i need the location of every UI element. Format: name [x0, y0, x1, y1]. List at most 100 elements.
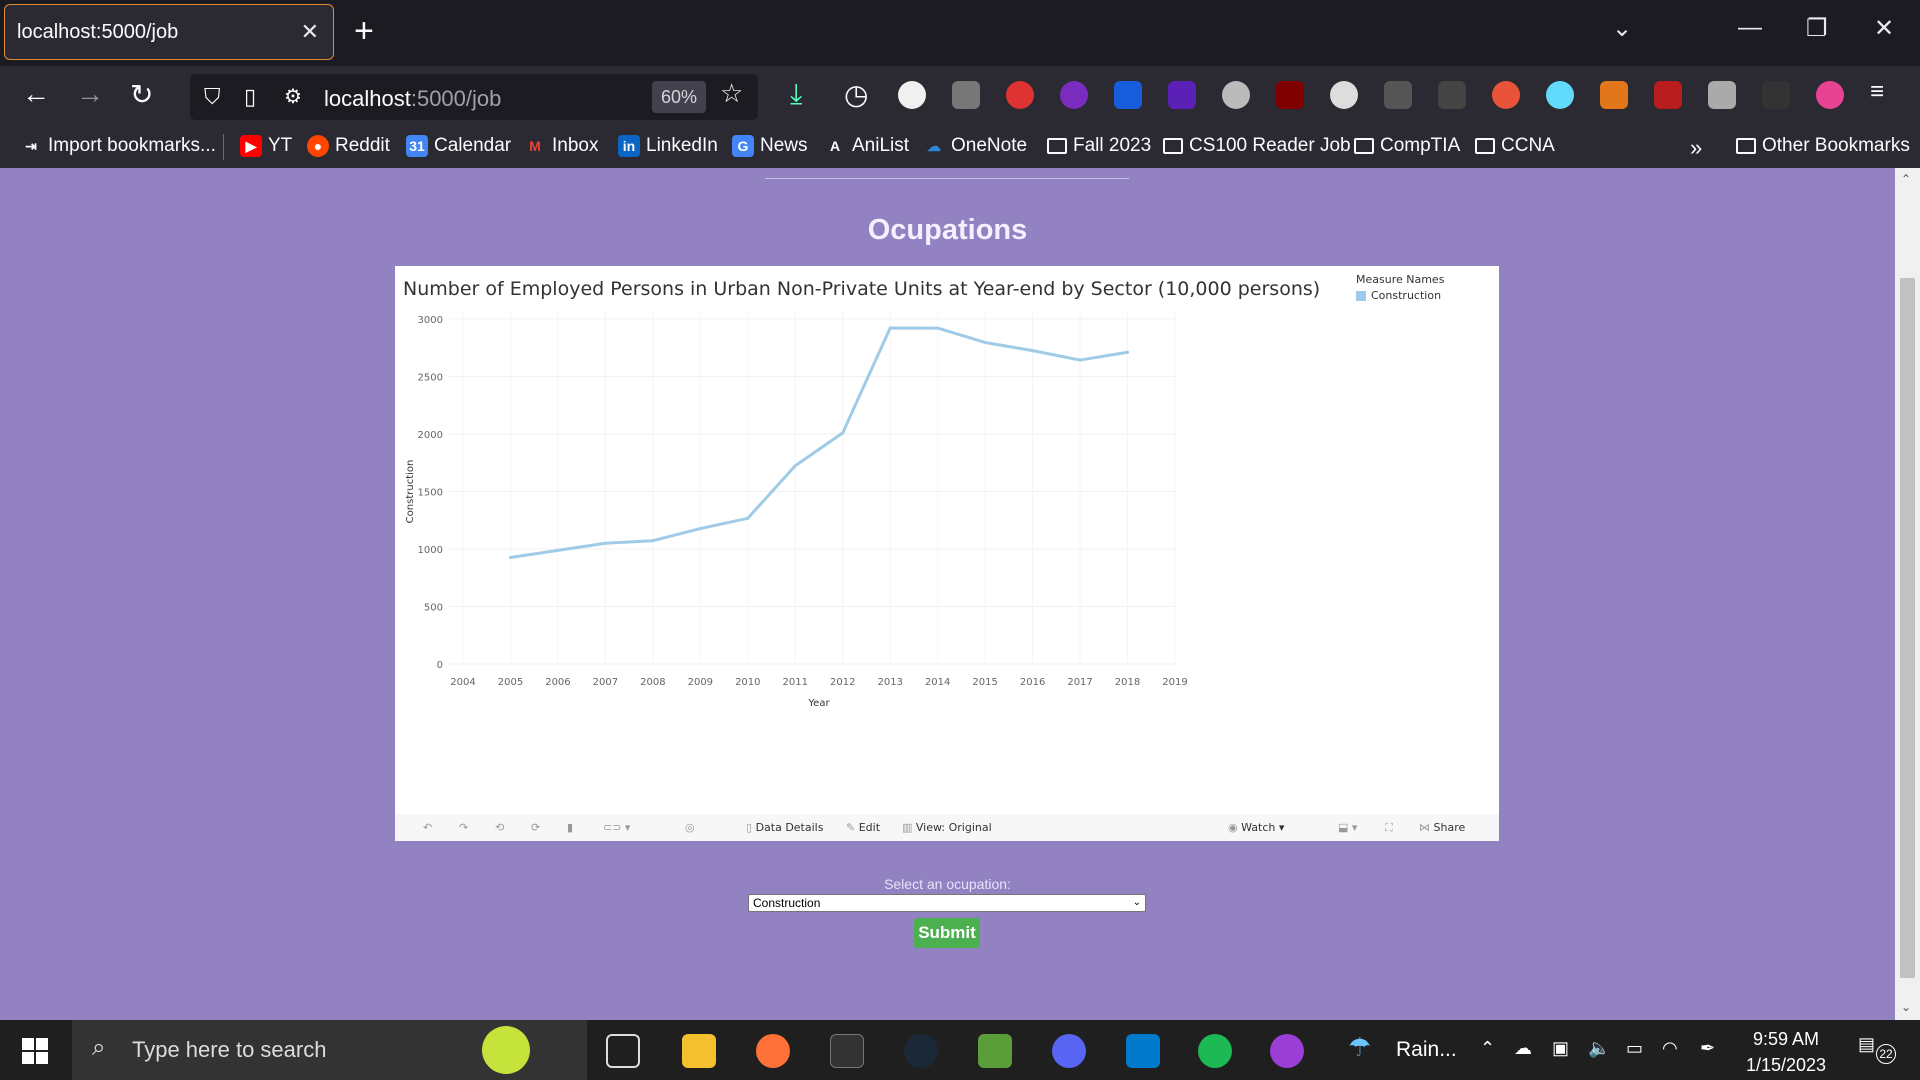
minimize-icon[interactable]: —: [1738, 14, 1762, 42]
bookmark-onenote[interactable]: ☁ OneNote: [923, 135, 1027, 157]
download-icon[interactable]: ⬓ ▾: [1338, 821, 1357, 834]
permissions-icon[interactable]: ⚙: [284, 84, 302, 109]
bitwarden-icon[interactable]: [1114, 81, 1142, 109]
wifi-icon[interactable]: ◠: [1662, 1038, 1678, 1059]
link-icon[interactable]: ⊂⊃ ▾: [603, 821, 630, 834]
back-icon[interactable]: ←: [22, 78, 50, 110]
account-avatar-icon[interactable]: [1816, 81, 1844, 109]
extension-fox-icon[interactable]: [1492, 81, 1520, 109]
pen-icon[interactable]: ✒: [1700, 1038, 1715, 1059]
submit-button[interactable]: Submit: [914, 918, 980, 948]
metamask-icon[interactable]: [1600, 81, 1628, 109]
mute-tab-icon[interactable]: [1384, 81, 1412, 109]
extension-puzzle-icon[interactable]: [952, 81, 980, 109]
notepad-icon[interactable]: [978, 1034, 1012, 1068]
bookmark-folder-comptia[interactable]: CompTIA: [1354, 135, 1460, 157]
more-bookmarks-icon[interactable]: »: [1690, 135, 1702, 161]
search-highlight-icon: [482, 1026, 530, 1074]
extension-owl-icon[interactable]: [1222, 81, 1250, 109]
task-view-icon[interactable]: [606, 1034, 640, 1068]
view-original-button[interactable]: ▥ View: Original: [902, 821, 992, 834]
history-icon[interactable]: ◷: [844, 78, 868, 111]
steam-icon[interactable]: [904, 1034, 938, 1068]
extension-red-icon[interactable]: [1006, 81, 1034, 109]
discord-icon[interactable]: [1052, 1034, 1086, 1068]
metrics-icon[interactable]: ◎: [685, 821, 695, 834]
clock[interactable]: 9:59 AM 1/15/2023: [1740, 1026, 1832, 1078]
bookmark-calendar[interactable]: 31 Calendar: [406, 135, 511, 157]
bookmark-inbox[interactable]: M Inbox: [524, 135, 598, 157]
extension-cube-icon[interactable]: [1168, 81, 1196, 109]
close-window-icon[interactable]: ✕: [1874, 14, 1894, 43]
extension-gnome-icon[interactable]: [1762, 81, 1790, 109]
line-chart[interactable]: 0 500 1000 1500 2000 2500 3000 2004 2005 2006 2007…: [395, 266, 1499, 814]
ublock-icon[interactable]: [1276, 81, 1304, 109]
watch-button[interactable]: ◉ Watch ▾: [1228, 821, 1284, 834]
scroll-thumb[interactable]: [1900, 278, 1915, 978]
bookmark-anilist[interactable]: A AniList: [824, 135, 909, 157]
volume-icon[interactable]: 🔈: [1588, 1038, 1610, 1059]
revert-icon[interactable]: ⟲: [495, 821, 504, 834]
tableau-visualization[interactable]: Number of Employed Persons in Urban Non-…: [395, 266, 1499, 841]
app-mask-icon[interactable]: [1270, 1034, 1304, 1068]
edit-button[interactable]: ✎ Edit: [846, 821, 880, 834]
bookmark-yt[interactable]: ▶ YT: [240, 135, 292, 157]
x-tick-label: 2012: [830, 677, 855, 688]
bookmark-reddit[interactable]: ● Reddit: [307, 135, 390, 157]
meet-icon[interactable]: ▣: [1552, 1038, 1569, 1059]
new-tab-icon[interactable]: +: [354, 14, 374, 48]
firefox-icon[interactable]: [756, 1034, 790, 1068]
spotify-icon[interactable]: [1198, 1034, 1232, 1068]
cookie-icon[interactable]: [1330, 81, 1358, 109]
url-bar[interactable]: ⛉ ▯ ⚙ localhost:5000/job 60%: [190, 74, 758, 120]
bookmark-folder-fall-2023[interactable]: Fall 2023: [1047, 135, 1151, 157]
show-hidden-icons-icon[interactable]: ⌃: [1480, 1038, 1495, 1059]
file-explorer-icon[interactable]: [682, 1034, 716, 1068]
extension-glasses-icon[interactable]: [1438, 81, 1466, 109]
url-text[interactable]: localhost:5000/job: [324, 86, 501, 112]
redo-icon[interactable]: ↷: [459, 821, 468, 834]
data-point: [1031, 349, 1035, 353]
onedrive-icon[interactable]: ☁: [1514, 1038, 1532, 1059]
list-tabs-icon[interactable]: ⌄: [1612, 14, 1632, 43]
weather-label[interactable]: Rain...: [1396, 1038, 1457, 1062]
forward-icon[interactable]: →: [76, 78, 104, 110]
pause-icon[interactable]: ▮: [567, 821, 573, 834]
notifications-icon[interactable]: ▤ 22: [1858, 1034, 1896, 1064]
tab-active[interactable]: localhost:5000/job ✕: [4, 4, 334, 60]
reload-icon[interactable]: ↻: [130, 78, 153, 111]
bookmark-folder-cs100[interactable]: CS100 Reader Job: [1163, 135, 1351, 157]
bookmark-news[interactable]: G News: [732, 135, 808, 157]
scrollbar[interactable]: ⌃ ⌄: [1895, 168, 1920, 1020]
extension-purple-icon[interactable]: [1060, 81, 1088, 109]
taskbar-search[interactable]: ⌕ Type here to search: [72, 1020, 587, 1080]
menu-icon[interactable]: ≡: [1870, 78, 1884, 106]
bookmark-linkedin[interactable]: in LinkedIn: [618, 135, 718, 157]
occupation-select[interactable]: Construction ⌄: [748, 894, 1146, 912]
fullscreen-icon[interactable]: ⛶: [1385, 821, 1393, 835]
share-button[interactable]: ⋈ Share: [1419, 821, 1465, 834]
bookmark-import[interactable]: ⇥ Import bookmarks...: [20, 135, 216, 157]
battery-icon[interactable]: ▭: [1626, 1038, 1643, 1059]
vscode-icon[interactable]: [1126, 1034, 1160, 1068]
terminal-icon[interactable]: [830, 1034, 864, 1068]
shield-icon[interactable]: ⛉: [204, 84, 221, 110]
undo-icon[interactable]: ↶: [423, 821, 432, 834]
scroll-down-icon[interactable]: ⌄: [1901, 1000, 1911, 1014]
downloads-icon[interactable]: ⤓: [790, 78, 802, 111]
restore-icon[interactable]: ❐: [1806, 14, 1828, 43]
page-icon[interactable]: ▯: [244, 84, 256, 110]
scroll-up-icon[interactable]: ⌃: [1901, 172, 1911, 186]
react-devtools-icon[interactable]: [1546, 81, 1574, 109]
zoom-level[interactable]: 60%: [652, 81, 706, 113]
data-details-button[interactable]: ▯ Data Details: [746, 821, 823, 834]
bookmark-star-icon[interactable]: ☆: [720, 78, 743, 109]
pdf-icon[interactable]: [1654, 81, 1682, 109]
close-tab-icon[interactable]: ✕: [301, 19, 319, 45]
bookmark-folder-other[interactable]: Other Bookmarks: [1736, 135, 1910, 157]
bookmark-folder-ccna[interactable]: CCNA: [1475, 135, 1555, 157]
extension-k-icon[interactable]: [1708, 81, 1736, 109]
extension-m-icon[interactable]: [898, 81, 926, 109]
refresh-icon[interactable]: ⟳: [531, 821, 540, 834]
windows-start-icon[interactable]: [22, 1038, 48, 1064]
